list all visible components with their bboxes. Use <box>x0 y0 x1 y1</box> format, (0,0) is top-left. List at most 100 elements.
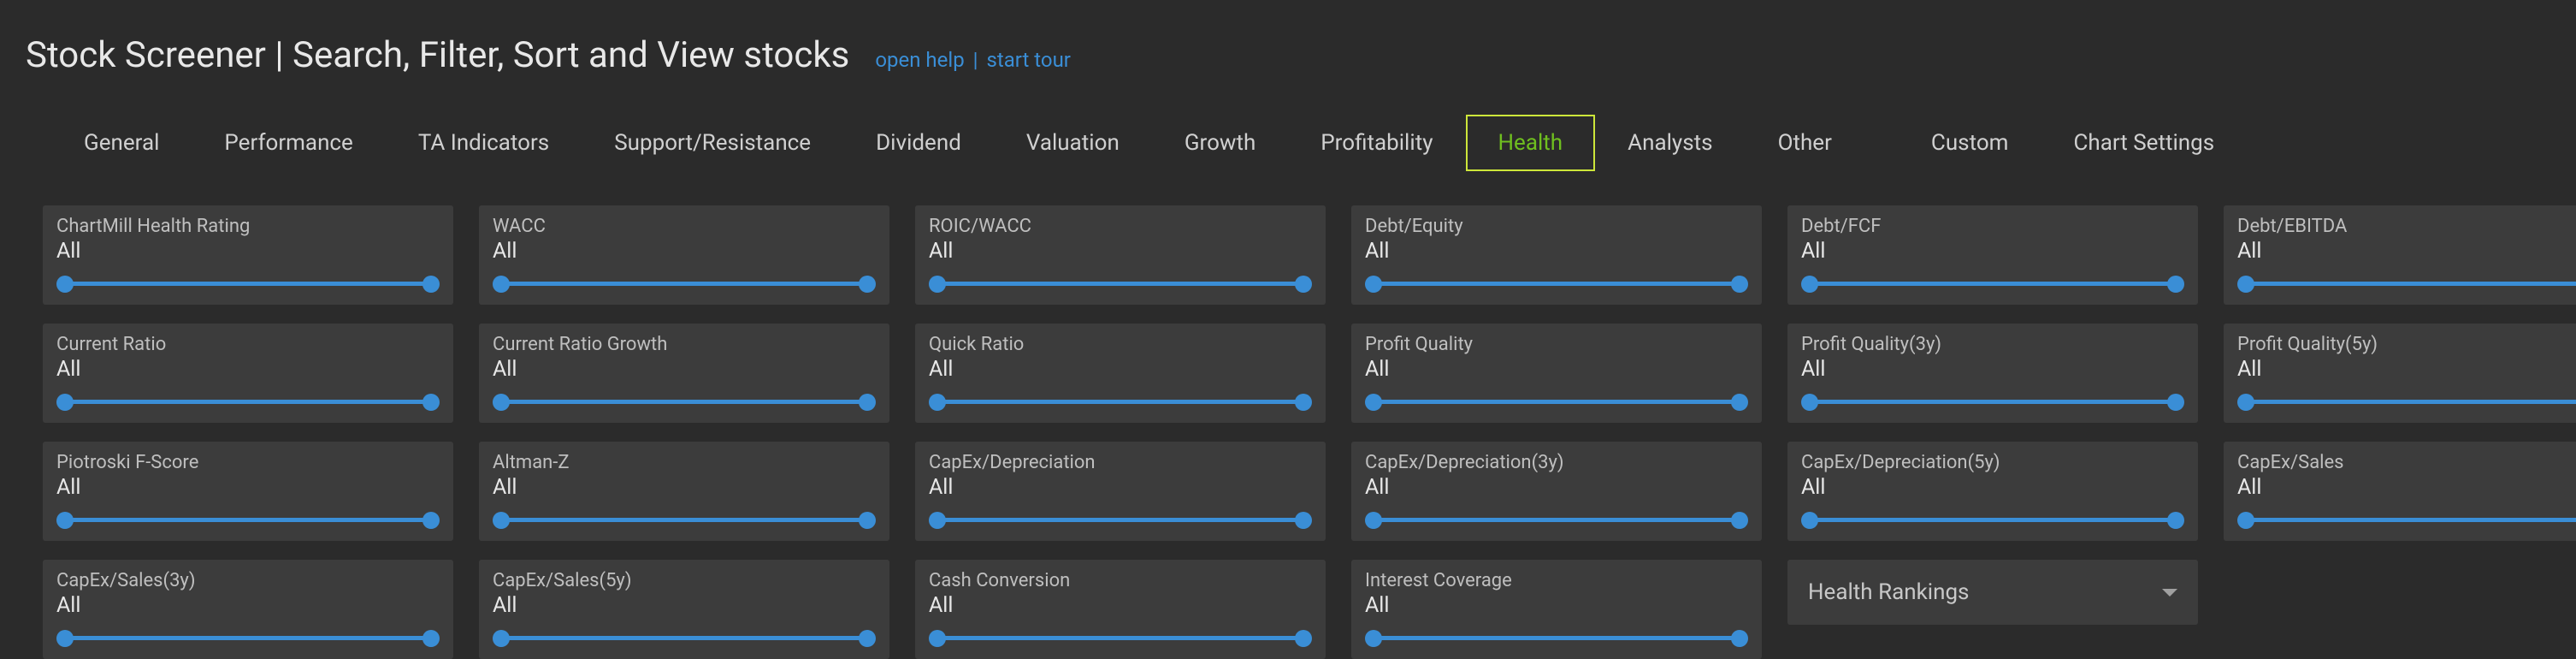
slider-thumb-max[interactable] <box>859 276 876 293</box>
slider-thumb-max[interactable] <box>2167 394 2184 411</box>
slider-thumb-max[interactable] <box>1731 512 1748 529</box>
filter-capex-sales-3y[interactable]: CapEx/Sales(3y)All <box>43 560 453 659</box>
range-slider[interactable] <box>2244 274 2576 291</box>
slider-thumb-max[interactable] <box>2167 276 2184 293</box>
slider-thumb-max[interactable] <box>859 630 876 647</box>
slider-thumb-min[interactable] <box>493 276 510 293</box>
slider-thumb-max[interactable] <box>422 630 440 647</box>
slider-thumb-min[interactable] <box>493 630 510 647</box>
filter-wacc[interactable]: WACCAll <box>479 205 889 305</box>
slider-thumb-min[interactable] <box>56 394 74 411</box>
slider-thumb-min[interactable] <box>1365 276 1382 293</box>
range-slider[interactable] <box>1372 274 1741 291</box>
slider-thumb-min[interactable] <box>493 512 510 529</box>
slider-thumb-min[interactable] <box>493 394 510 411</box>
filter-capex-sales[interactable]: CapEx/SalesAll <box>2224 442 2576 541</box>
slider-thumb-min[interactable] <box>929 512 946 529</box>
filter-current-ratio-growth[interactable]: Current Ratio GrowthAll <box>479 324 889 423</box>
range-slider[interactable] <box>63 628 433 645</box>
filter-chartmill-health-rating[interactable]: ChartMill Health RatingAll <box>43 205 453 305</box>
slider-thumb-min[interactable] <box>2237 512 2254 529</box>
range-slider[interactable] <box>936 628 1305 645</box>
filter-capex-sales-5y[interactable]: CapEx/Sales(5y)All <box>479 560 889 659</box>
slider-thumb-min[interactable] <box>929 276 946 293</box>
tab-other[interactable]: Other <box>1746 115 1864 171</box>
slider-thumb-max[interactable] <box>1731 394 1748 411</box>
range-slider[interactable] <box>936 510 1305 527</box>
filter-capex-depreciation-3y[interactable]: CapEx/Depreciation(3y)All <box>1351 442 1762 541</box>
tab-analysts[interactable]: Analysts <box>1595 115 1745 171</box>
range-slider[interactable] <box>63 510 433 527</box>
tab-performance[interactable]: Performance <box>192 115 385 171</box>
slider-thumb-max[interactable] <box>422 394 440 411</box>
tab-dividend[interactable]: Dividend <box>843 115 994 171</box>
tab-valuation[interactable]: Valuation <box>994 115 1152 171</box>
slider-thumb-max[interactable] <box>859 394 876 411</box>
tab-chart-settings[interactable]: Chart Settings <box>2041 115 2247 171</box>
slider-thumb-max[interactable] <box>422 512 440 529</box>
filter-profit-quality[interactable]: Profit QualityAll <box>1351 324 1762 423</box>
slider-thumb-max[interactable] <box>1295 630 1312 647</box>
range-slider[interactable] <box>1808 274 2177 291</box>
slider-thumb-min[interactable] <box>56 276 74 293</box>
filter-piotroski-f-score[interactable]: Piotroski F-ScoreAll <box>43 442 453 541</box>
range-slider[interactable] <box>1372 392 1741 409</box>
tab-general[interactable]: General <box>51 115 192 171</box>
slider-thumb-min[interactable] <box>1801 276 1818 293</box>
filter-roic-wacc[interactable]: ROIC/WACCAll <box>915 205 1326 305</box>
filter-altman-z[interactable]: Altman-ZAll <box>479 442 889 541</box>
slider-thumb-min[interactable] <box>1365 630 1382 647</box>
range-slider[interactable] <box>1808 510 2177 527</box>
slider-thumb-min[interactable] <box>1801 512 1818 529</box>
range-slider[interactable] <box>2244 392 2576 409</box>
range-slider[interactable] <box>499 628 869 645</box>
range-slider[interactable] <box>63 392 433 409</box>
slider-thumb-max[interactable] <box>1295 394 1312 411</box>
range-slider[interactable] <box>499 392 869 409</box>
slider-thumb-max[interactable] <box>1295 512 1312 529</box>
range-slider[interactable] <box>936 274 1305 291</box>
filter-profit-quality-5y[interactable]: Profit Quality(5y)All <box>2224 324 2576 423</box>
range-slider[interactable] <box>63 274 433 291</box>
range-slider[interactable] <box>499 274 869 291</box>
range-slider[interactable] <box>2244 510 2576 527</box>
open-help-link[interactable]: open help <box>875 48 964 72</box>
tab-support-resistance[interactable]: Support/Resistance <box>582 115 843 171</box>
start-tour-link[interactable]: start tour <box>986 48 1070 72</box>
slider-thumb-min[interactable] <box>56 630 74 647</box>
filter-quick-ratio[interactable]: Quick RatioAll <box>915 324 1326 423</box>
filter-profit-quality-3y[interactable]: Profit Quality(3y)All <box>1787 324 2198 423</box>
filter-capex-depreciation-5y[interactable]: CapEx/Depreciation(5y)All <box>1787 442 2198 541</box>
slider-thumb-max[interactable] <box>859 512 876 529</box>
filter-debt-equity[interactable]: Debt/EquityAll <box>1351 205 1762 305</box>
slider-thumb-min[interactable] <box>929 630 946 647</box>
slider-thumb-min[interactable] <box>56 512 74 529</box>
range-slider[interactable] <box>1808 392 2177 409</box>
health-rankings-dropdown[interactable]: Health Rankings <box>1787 560 2198 625</box>
filter-capex-depreciation[interactable]: CapEx/DepreciationAll <box>915 442 1326 541</box>
filter-interest-coverage[interactable]: Interest CoverageAll <box>1351 560 1762 659</box>
range-slider[interactable] <box>499 510 869 527</box>
slider-thumb-min[interactable] <box>1365 512 1382 529</box>
slider-thumb-max[interactable] <box>1731 276 1748 293</box>
filter-debt-ebitda[interactable]: Debt/EBITDAAll <box>2224 205 2576 305</box>
filter-current-ratio[interactable]: Current RatioAll <box>43 324 453 423</box>
slider-thumb-min[interactable] <box>929 394 946 411</box>
filter-debt-fcf[interactable]: Debt/FCFAll <box>1787 205 2198 305</box>
slider-thumb-max[interactable] <box>1295 276 1312 293</box>
slider-thumb-min[interactable] <box>2237 276 2254 293</box>
tab-profitability[interactable]: Profitability <box>1288 115 1465 171</box>
tab-ta-indicators[interactable]: TA Indicators <box>386 115 582 171</box>
slider-thumb-min[interactable] <box>1801 394 1818 411</box>
slider-thumb-max[interactable] <box>422 276 440 293</box>
range-slider[interactable] <box>1372 510 1741 527</box>
tab-health[interactable]: Health <box>1466 115 1596 171</box>
tab-growth[interactable]: Growth <box>1152 115 1288 171</box>
slider-thumb-min[interactable] <box>2237 394 2254 411</box>
filter-cash-conversion[interactable]: Cash ConversionAll <box>915 560 1326 659</box>
slider-thumb-max[interactable] <box>1731 630 1748 647</box>
tab-custom[interactable]: Custom <box>1899 115 2041 171</box>
range-slider[interactable] <box>1372 628 1741 645</box>
slider-thumb-max[interactable] <box>2167 512 2184 529</box>
range-slider[interactable] <box>936 392 1305 409</box>
